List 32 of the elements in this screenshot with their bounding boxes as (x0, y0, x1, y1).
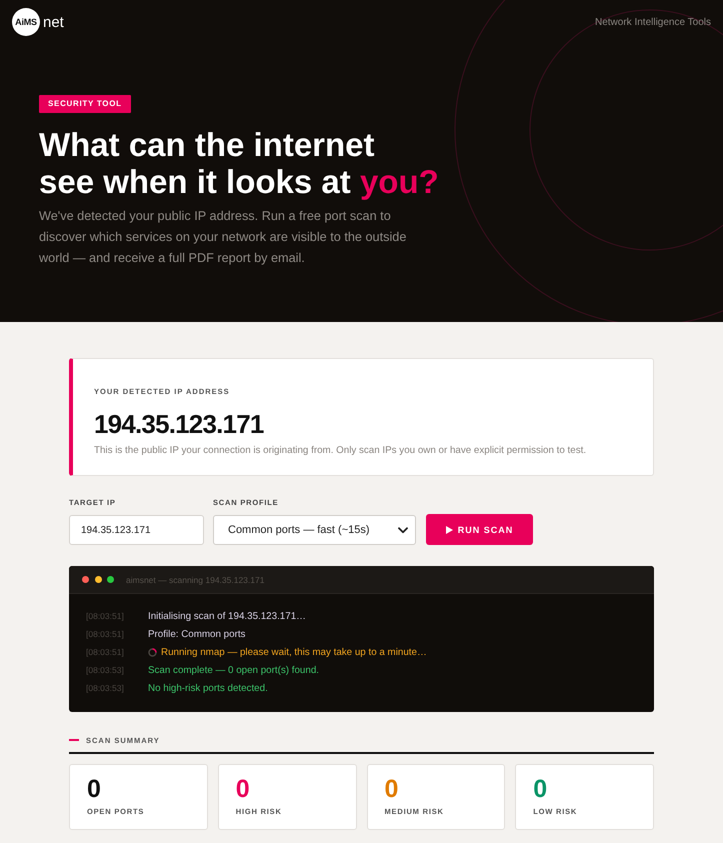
log-timestamp: [08:03:53] (86, 665, 124, 675)
hero-description: We've detected your public IP address. Run a free port scan to discover which services on your network are visible to the outside world — and receive a full PDF report by email. (39, 208, 408, 267)
category-badge: SECURITY TOOL (39, 95, 131, 113)
chevron-down-icon (398, 526, 408, 534)
stat-value: 0 (87, 776, 101, 802)
log-message: Initialising scan of 194.35.123.171… (148, 610, 306, 622)
run-scan-button[interactable]: RUN SCAN (426, 514, 533, 545)
accent-dash (69, 739, 79, 741)
logo-text[interactable]: net (43, 14, 64, 30)
terminal-title: aimsnet — scanning 194.35.123.171 (126, 574, 264, 584)
log-timestamp: [08:03:51] (86, 629, 124, 639)
window-dot-icon (82, 576, 89, 583)
stat-value: 0 (236, 776, 250, 802)
spinner-icon (148, 648, 157, 656)
target-ip-field[interactable]: 194.35.123.171 (69, 515, 204, 545)
play-icon (446, 526, 453, 534)
scan-profile-select[interactable]: Common ports — fast (~15s) (213, 515, 416, 545)
header-tagline: Network Intelligence Tools (595, 16, 711, 28)
log-timestamp: [08:03:53] (86, 683, 124, 693)
stat-value: 0 (384, 776, 398, 802)
log-message: Scan complete — 0 open port(s) found. (148, 664, 319, 676)
log-timestamp: [08:03:51] (86, 611, 124, 621)
window-dot-icon (107, 576, 114, 583)
log-timestamp: [08:03:51] (86, 647, 124, 657)
ip-note: This is the public IP your connection is originating from. Only scan IPs you own or have explicit permission to test. (94, 445, 586, 456)
log-message: No high-risk ports detected. (148, 682, 268, 694)
ip-address: 194.35.123.171 (94, 408, 264, 440)
log-message: Running nmap — please wait, this may take up to a minute… (161, 646, 427, 658)
window-dot-icon (94, 576, 102, 583)
stat-value: 0 (533, 776, 548, 802)
hero-headline: What can the internet see when it looks at you? (39, 126, 439, 200)
log-message: Profile: Common ports (148, 628, 246, 640)
